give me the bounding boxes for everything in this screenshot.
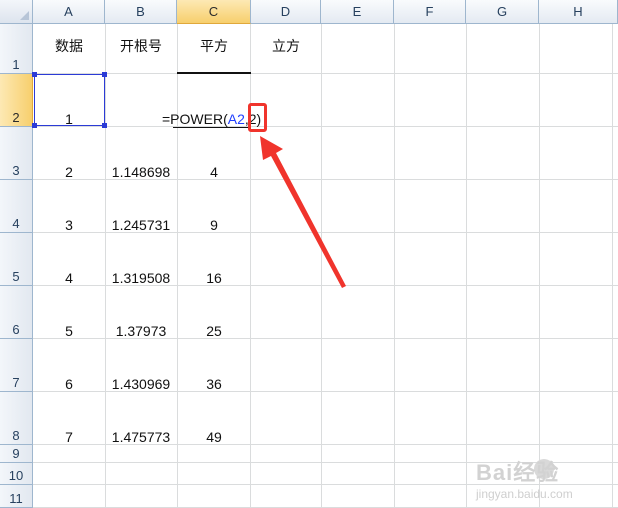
spreadsheet-grid: A B C D E F G H 1 2 3 4 5 6 7 8 9 10 11 … [0,0,618,508]
annotation-arrow-icon [260,136,346,288]
